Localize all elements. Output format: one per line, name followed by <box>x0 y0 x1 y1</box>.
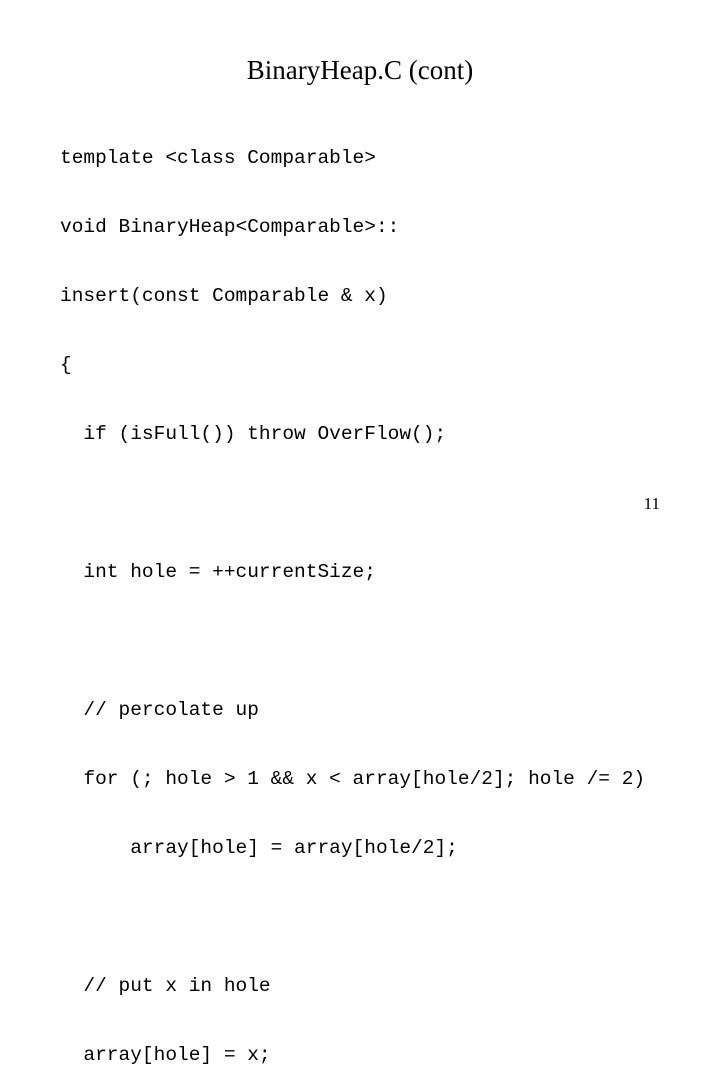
code-line: insert(const Comparable & x) <box>60 285 388 307</box>
code-line: array[hole] = array[hole/2]; <box>60 837 458 859</box>
code-line: // percolate up <box>60 699 259 721</box>
code-line: void BinaryHeap<Comparable>:: <box>60 216 400 238</box>
code-line: template <class Comparable> <box>60 147 376 169</box>
code-listing: template <class Comparable> void BinaryH… <box>60 101 708 1080</box>
code-line: // put x in hole <box>60 975 271 997</box>
slide-canvas: BinaryHeap.C (cont) template <class Comp… <box>0 0 720 1066</box>
code-line: int hole = ++currentSize; <box>60 561 376 583</box>
page-number: 11 <box>643 494 660 513</box>
code-line: for (; hole > 1 && x < array[hole/2]; ho… <box>60 768 646 790</box>
page-title: BinaryHeap.C (cont) <box>246 55 474 85</box>
code-line: { <box>60 354 72 376</box>
code-line: array[hole] = x; <box>60 1044 271 1066</box>
code-line: if (isFull()) throw OverFlow(); <box>60 423 447 445</box>
